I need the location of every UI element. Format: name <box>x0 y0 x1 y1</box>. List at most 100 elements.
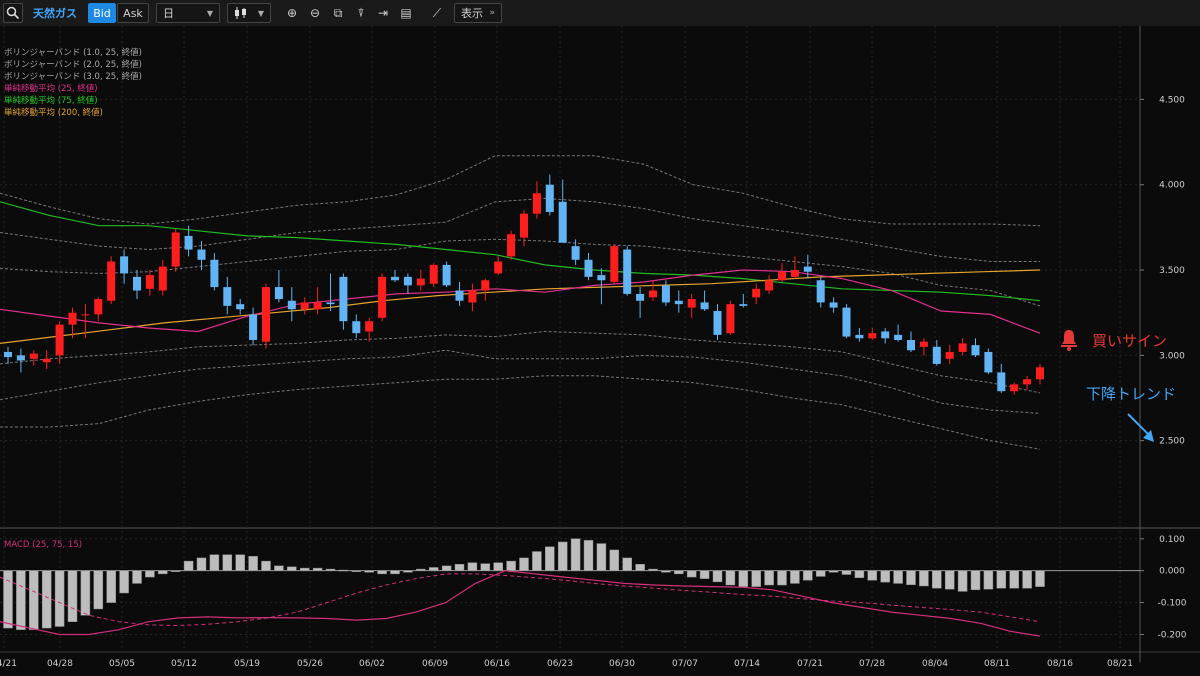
macd-histogram-bar <box>403 570 413 573</box>
candle-up <box>610 246 619 282</box>
macd-histogram-bar <box>158 570 168 575</box>
candle-down <box>391 276 399 281</box>
legend-bb3: ボリンジャーバンド (3.0, 25, 終値) <box>4 71 142 82</box>
candle-down <box>984 351 993 373</box>
macd-histogram-bar <box>170 570 181 572</box>
chart-type-select[interactable]: ▼ <box>227 3 271 23</box>
fit-screen-icon[interactable]: ⧉ <box>328 3 348 23</box>
document-icon[interactable]: ▤ <box>396 3 416 23</box>
macd-histogram-bar <box>519 557 529 571</box>
date-tick-label: 06/09 <box>422 659 448 669</box>
lock-icon[interactable]: ⍒ <box>351 3 371 23</box>
candle-down <box>249 314 258 340</box>
candle-up <box>1010 384 1019 392</box>
date-tick-label: 07/21 <box>797 659 823 669</box>
macd-histogram-bar <box>54 570 65 627</box>
macd-histogram-bar <box>287 566 297 571</box>
price-chart[interactable]: 2.500 3.000 3.500 4.000 4.500 0.100 0.000 -0.10… <box>0 26 1200 676</box>
macd-histogram-bar <box>828 570 839 573</box>
candle-down <box>197 249 206 260</box>
indicator-icon[interactable]: ⟋ <box>427 3 447 23</box>
zoom-in-icon[interactable]: ⊕ <box>282 3 302 23</box>
macd-histogram-bar <box>906 570 916 585</box>
legend-sma25: 単純移動平均 (25, 終値) <box>4 83 98 94</box>
ask-button[interactable]: Ask <box>117 3 149 23</box>
candle-down <box>16 355 25 361</box>
macd-histogram-bar <box>957 570 968 592</box>
display-menu-button[interactable]: 表示 » <box>454 3 502 23</box>
date-tick-label: 05/19 <box>234 659 260 669</box>
macd-histogram-bar <box>622 557 632 571</box>
candle-down <box>558 201 567 243</box>
price-tick-label: 4.000 <box>1159 181 1185 191</box>
candle-down <box>894 334 903 340</box>
macd-histogram-bar <box>196 557 207 571</box>
candle-down <box>120 256 129 274</box>
date-tick-label: 08/16 <box>1047 659 1073 669</box>
macd-histogram-bar <box>145 570 155 578</box>
display-label: 表示 <box>461 7 483 20</box>
macd-histogram-bar <box>932 570 942 589</box>
candle-down <box>442 264 451 286</box>
candle-down <box>326 302 335 305</box>
macd-histogram-bar <box>661 570 671 573</box>
candle-up <box>649 290 657 298</box>
candle-down <box>739 304 748 306</box>
macd-histogram-bar <box>41 570 52 629</box>
macd-histogram-bar <box>944 570 955 590</box>
macd-histogram-bar <box>274 565 284 571</box>
date-tick-label: 08/11 <box>984 659 1010 669</box>
macd-histogram-bar <box>725 570 736 586</box>
candle-up <box>494 261 503 274</box>
buy-sign-label: 買いサイン <box>1092 332 1167 350</box>
candle-up <box>68 312 77 325</box>
candle-down <box>661 285 670 303</box>
date-tick-label: 05/05 <box>109 659 135 669</box>
chevron-down-icon: ▼ <box>257 8 264 18</box>
macd-histogram-bar <box>867 570 878 581</box>
zoom-out-icon[interactable]: ⊖ <box>305 3 325 23</box>
candle-down <box>455 290 464 301</box>
candle-up <box>958 343 967 352</box>
jump-latest-icon[interactable]: ⇥ <box>373 3 393 23</box>
candle-down <box>855 334 864 339</box>
candle-down <box>907 339 915 351</box>
candle-up <box>520 213 528 238</box>
macd-histogram-bar <box>648 568 658 571</box>
symbol-name[interactable]: 天然ガス <box>30 3 80 23</box>
date-tick-label: 06/16 <box>484 659 510 669</box>
date-tick-label: 06/02 <box>359 659 385 669</box>
date-tick-label: 07/28 <box>859 659 885 669</box>
macd-histogram-bar <box>880 570 890 583</box>
candle-down <box>636 293 645 301</box>
legend-sma200: 単純移動平均 (200, 終値) <box>4 107 103 118</box>
chevron-down-icon: » <box>489 8 495 18</box>
chart-background <box>0 26 1200 676</box>
candle-up <box>94 299 103 315</box>
candle-down <box>803 266 812 272</box>
macd-histogram-bar <box>3 570 13 629</box>
macd-histogram-bar <box>364 570 374 573</box>
macd-tick-label: 0.000 <box>1159 567 1185 577</box>
candlestick-icon <box>235 7 246 19</box>
macd-histogram-bar <box>428 567 439 571</box>
search-button[interactable] <box>3 3 23 23</box>
candle-up <box>262 287 270 342</box>
bid-button[interactable]: Bid <box>88 3 116 23</box>
chevron-down-icon: ▼ <box>206 8 213 18</box>
candle-down <box>236 304 245 310</box>
candle-up <box>55 324 64 356</box>
macd-histogram-bar <box>674 570 684 575</box>
candle-down <box>932 346 941 364</box>
macd-histogram-bar <box>467 562 478 571</box>
macd-histogram-bar <box>80 570 91 616</box>
macd-histogram-bar <box>261 560 271 571</box>
period-select[interactable]: 日 ▼ <box>156 3 220 23</box>
macd-histogram-bar <box>299 567 310 571</box>
price-tick-label: 2.500 <box>1159 437 1185 447</box>
candle-down <box>816 280 825 303</box>
macd-histogram-bar <box>686 570 697 578</box>
search-icon <box>6 6 20 20</box>
date-tick-label: 05/26 <box>297 659 323 669</box>
macd-tick-label: 0.100 <box>1159 535 1185 545</box>
